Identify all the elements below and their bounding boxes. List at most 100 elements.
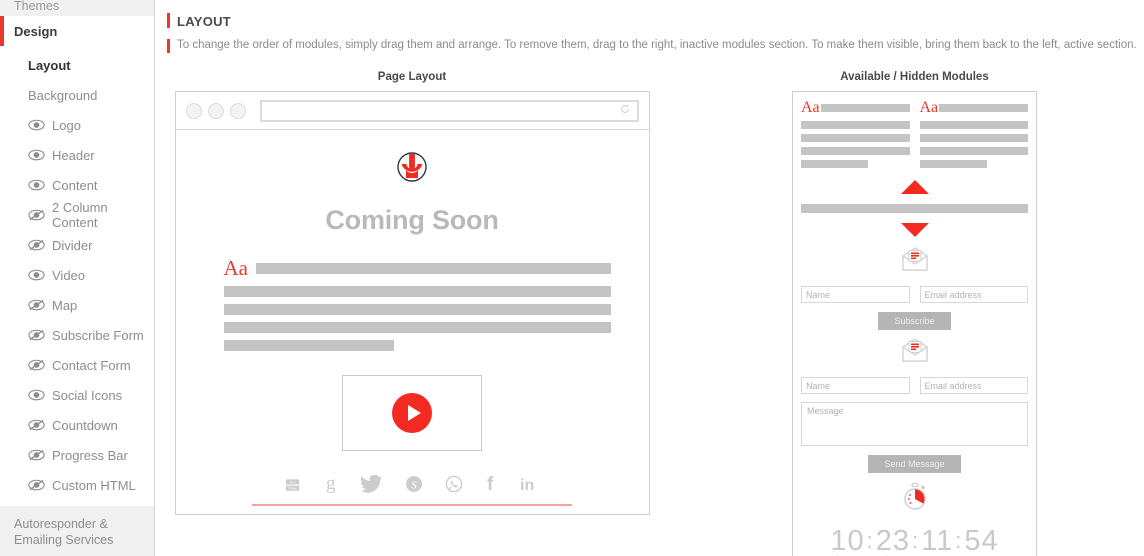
countdown-module[interactable]: 10:23:11:54 d h m s bbox=[801, 482, 1028, 556]
sidebar-item-content[interactable]: Content bbox=[0, 170, 154, 200]
eye-off-icon bbox=[28, 238, 45, 252]
sidebar-item-header[interactable]: Header bbox=[0, 140, 154, 170]
sidebar-item-subscribe-form[interactable]: Subscribe Form bbox=[0, 320, 154, 350]
placeholder-bar bbox=[801, 160, 869, 168]
eye-off-icon bbox=[28, 418, 45, 432]
placeholder-bar bbox=[223, 340, 394, 351]
contact-name-input[interactable]: Name bbox=[801, 377, 910, 394]
google-plus-icon[interactable]: g bbox=[323, 473, 339, 498]
power-logo-icon bbox=[395, 152, 429, 188]
social-icons-module[interactable]: You Tube g S f in bbox=[252, 473, 572, 506]
svg-text:You: You bbox=[289, 480, 295, 484]
sidebar-item-autoresponder[interactable]: Autoresponder & Emailing Services bbox=[14, 516, 140, 548]
sidebar-item-themes[interactable]: Themes bbox=[0, 0, 154, 16]
triangle-up-icon[interactable] bbox=[900, 180, 929, 194]
eye-off-icon bbox=[28, 448, 45, 462]
placeholder-bar bbox=[801, 121, 910, 129]
sidebar-item-custom-html[interactable]: Custom HTML bbox=[0, 470, 154, 500]
subscribe-form-module[interactable]: Name Email address Subscribe bbox=[801, 247, 1028, 330]
sidebar-footer: Autoresponder & Emailing Services Access bbox=[0, 506, 154, 556]
sidebar-item-map[interactable]: Map bbox=[0, 290, 154, 320]
countdown-minutes: 11 bbox=[921, 525, 954, 556]
placeholder-bar bbox=[223, 322, 611, 333]
browser-chrome-bar bbox=[175, 92, 649, 130]
sidebar-item-label: Progress Bar bbox=[52, 447, 128, 463]
countdown-days: 10 bbox=[830, 525, 865, 556]
sidebar-item-label: Logo bbox=[52, 117, 81, 133]
placeholder-bar bbox=[256, 263, 611, 274]
eye-off-icon bbox=[28, 328, 45, 342]
sidebar-item-label: Background bbox=[28, 87, 98, 103]
contact-message-textarea[interactable]: Message bbox=[801, 402, 1028, 446]
whatsapp-icon[interactable] bbox=[445, 475, 463, 498]
sidebar-item-label: Countdown bbox=[52, 417, 118, 433]
page-layout-heading: Page Layout bbox=[377, 71, 447, 83]
sidebar-item-progress-bar[interactable]: Progress Bar bbox=[0, 440, 154, 470]
sidebar-item-logo[interactable]: Logo bbox=[0, 110, 154, 140]
skype-icon[interactable]: S bbox=[405, 475, 423, 498]
page-header: LAYOUT To change the order of modules, s… bbox=[155, 0, 1144, 53]
browser-dot-icon bbox=[185, 102, 202, 119]
triangle-down-icon[interactable] bbox=[900, 223, 929, 237]
sidebar-item-label: Divider bbox=[52, 237, 93, 253]
placeholder-bar bbox=[801, 134, 910, 142]
sidebar-item-video[interactable]: Video bbox=[0, 260, 154, 290]
svg-text:S: S bbox=[411, 480, 417, 492]
two-column-left: Aa bbox=[801, 100, 910, 168]
sidebar-item-label: Layout bbox=[28, 57, 71, 73]
play-icon[interactable] bbox=[392, 393, 432, 433]
sidebar-item-label: Content bbox=[52, 177, 98, 193]
linkedin-icon[interactable]: in bbox=[519, 474, 541, 498]
content-module[interactable]: Aa bbox=[176, 258, 649, 351]
countdown-display: 10:23:11:54 bbox=[801, 526, 1028, 556]
sidebar-item-label: Contact Form bbox=[52, 357, 131, 373]
divider-module[interactable] bbox=[801, 204, 1028, 213]
header-module-text: Coming Soon bbox=[325, 205, 499, 235]
eye-off-icon bbox=[28, 298, 45, 312]
subscribe-email-input[interactable]: Email address bbox=[919, 286, 1028, 303]
content-aa-label: Aa bbox=[919, 99, 939, 116]
sidebar-item-countdown[interactable]: Countdown bbox=[0, 410, 154, 440]
logo-module[interactable] bbox=[176, 150, 649, 189]
subscribe-fields: Name Email address bbox=[801, 286, 1028, 303]
modules-heading: Available / Hidden Modules bbox=[840, 71, 989, 83]
page-description: To change the order of modules, simply d… bbox=[167, 39, 1144, 53]
eye-icon bbox=[28, 268, 45, 282]
browser-viewport: Coming Soon Aa You Tube g S f in bbox=[176, 130, 649, 514]
eye-icon bbox=[28, 148, 45, 162]
placeholder-bar bbox=[820, 104, 910, 112]
countdown-separator: : bbox=[866, 528, 874, 553]
twitter-icon[interactable] bbox=[360, 474, 383, 498]
sidebar: Themes Design Layout Background Logo Hea… bbox=[0, 0, 155, 556]
app-root: Themes Design Layout Background Logo Hea… bbox=[0, 0, 1144, 556]
facebook-icon[interactable]: f bbox=[485, 474, 497, 498]
video-module[interactable] bbox=[342, 375, 482, 451]
sidebar-item-social-icons[interactable]: Social Icons bbox=[0, 380, 154, 410]
eye-off-icon bbox=[28, 478, 45, 492]
sidebar-item-2-column-content[interactable]: 2 Column Content bbox=[0, 200, 154, 230]
two-column-content-module[interactable]: Aa Aa bbox=[801, 100, 1028, 168]
subscribe-name-input[interactable]: Name bbox=[801, 286, 910, 303]
placeholder-bar bbox=[919, 147, 1028, 155]
sidebar-item-background[interactable]: Background bbox=[0, 80, 154, 110]
placeholder-bar bbox=[919, 121, 1028, 129]
contact-form-module[interactable]: Name Email address Message Send Message bbox=[801, 338, 1028, 473]
two-column-left-heading: Aa bbox=[801, 100, 910, 116]
youtube-icon[interactable]: You Tube bbox=[284, 477, 301, 498]
column-spacer bbox=[657, 71, 792, 556]
placeholder-bar bbox=[919, 134, 1028, 142]
sidebar-item-divider[interactable]: Divider bbox=[0, 230, 154, 260]
placeholder-bar bbox=[939, 104, 1028, 112]
subscribe-button[interactable]: Subscribe bbox=[878, 312, 951, 330]
sidebar-section-design[interactable]: Design bbox=[0, 16, 154, 46]
svg-text:g: g bbox=[326, 473, 336, 493]
browser-preview: Coming Soon Aa You Tube g S f in bbox=[174, 91, 650, 515]
refresh-icon[interactable] bbox=[619, 102, 631, 120]
browser-url-bar[interactable] bbox=[259, 99, 639, 122]
sidebar-item-contact-form[interactable]: Contact Form bbox=[0, 350, 154, 380]
send-message-button[interactable]: Send Message bbox=[868, 455, 961, 473]
sidebar-item-label: Video bbox=[52, 267, 86, 283]
sidebar-item-layout[interactable]: Layout bbox=[0, 50, 154, 80]
layout-columns: Page Layout Coming Soon Aa You Tube g S … bbox=[155, 71, 1144, 556]
contact-email-input[interactable]: Email address bbox=[919, 377, 1028, 394]
